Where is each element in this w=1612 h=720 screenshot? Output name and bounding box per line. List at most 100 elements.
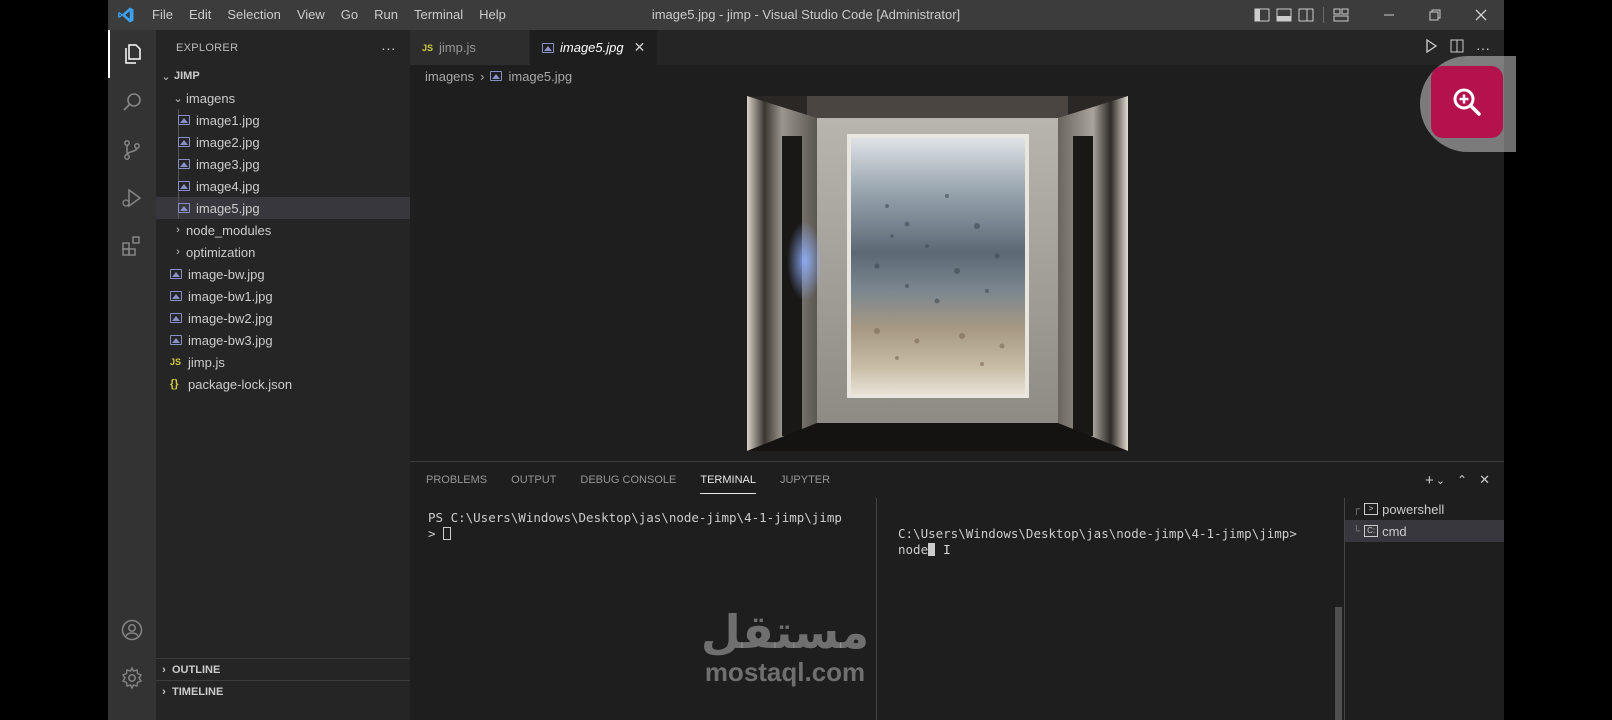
toggle-panel-icon[interactable] — [1273, 0, 1295, 30]
timeline-section[interactable]: › TIMELINE — [156, 680, 410, 702]
tab-jupyter[interactable]: JUPYTER — [780, 462, 830, 498]
file-label: image4.jpg — [196, 178, 260, 194]
extensions-icon[interactable] — [108, 222, 156, 270]
tab-label: jimp.js — [439, 40, 476, 55]
tab-output[interactable]: OUTPUT — [511, 462, 556, 498]
breadcrumb-folder[interactable]: imagens — [425, 69, 474, 84]
chevron-right-icon: › — [162, 663, 166, 676]
file-item-selected[interactable]: image5.jpg — [156, 197, 410, 219]
window-controls — [1251, 0, 1504, 30]
outline-section[interactable]: › OUTLINE — [156, 658, 410, 680]
tab-jimp-js[interactable]: JS jimp.js — [410, 30, 530, 65]
elevator-painting-image — [747, 96, 1128, 451]
file-item[interactable]: {} package-lock.json — [156, 373, 410, 395]
editor-area: JS jimp.js image5.jpg ✕ ··· imagens › im… — [410, 30, 1504, 461]
breadcrumb-file[interactable]: image5.jpg — [508, 69, 572, 84]
terminal-left-output[interactable]: PS C:\Users\Windows\Desktop\jas\node-jim… — [428, 510, 842, 542]
file-item[interactable]: image-bw3.jpg — [156, 329, 410, 351]
maximize-panel-icon[interactable]: ⌃ — [1457, 473, 1467, 487]
close-panel-icon[interactable]: ✕ — [1479, 472, 1490, 488]
menu-edit[interactable]: Edit — [181, 0, 219, 30]
search-icon[interactable] — [108, 78, 156, 126]
editor-tabs: JS jimp.js image5.jpg ✕ ··· — [410, 30, 1504, 65]
file-item[interactable]: JS jimp.js — [156, 351, 410, 373]
more-actions-icon[interactable]: ··· — [1476, 40, 1490, 56]
close-window-button[interactable] — [1458, 0, 1504, 30]
folder-imagens[interactable]: ⌄ imagens — [156, 87, 410, 109]
tab-problems[interactable]: PROBLEMS — [426, 462, 487, 498]
file-label: image-bw.jpg — [188, 266, 265, 282]
chevron-down-icon: ⌄ — [161, 70, 171, 83]
divider — [1323, 7, 1324, 23]
zoom-overlay — [1420, 56, 1516, 152]
terminal-item-label: cmd — [1382, 523, 1407, 539]
minimize-button[interactable] — [1366, 0, 1412, 30]
menu-terminal[interactable]: Terminal — [406, 0, 471, 30]
source-control-icon[interactable] — [108, 126, 156, 174]
terminal-left-prompt: > — [428, 526, 444, 541]
terminal-cursor — [928, 543, 936, 556]
menu-help[interactable]: Help — [471, 0, 514, 30]
image-icon — [178, 181, 190, 191]
breadcrumb: imagens › image5.jpg — [410, 65, 1504, 87]
menu-selection[interactable]: Selection — [219, 0, 288, 30]
chevron-down-icon[interactable]: ⌄ — [1436, 474, 1445, 487]
tab-terminal[interactable]: TERMINAL — [700, 462, 756, 498]
explorer-icon[interactable] — [108, 30, 156, 78]
folder-label: imagens — [186, 90, 236, 106]
more-actions-icon[interactable]: ··· — [381, 40, 396, 56]
file-label: image-bw1.jpg — [188, 288, 273, 304]
folder-node-modules[interactable]: › node_modules — [156, 219, 410, 241]
file-label: image1.jpg — [196, 112, 260, 128]
vscode-logo-icon[interactable] — [108, 0, 144, 30]
image-icon — [170, 269, 182, 279]
settings-gear-icon[interactable] — [108, 654, 156, 702]
terminal-item-powershell[interactable]: ┌ > powershell — [1345, 498, 1504, 520]
image-icon — [490, 71, 503, 81]
new-terminal-icon[interactable]: + — [1425, 472, 1434, 489]
customize-layout-icon[interactable] — [1330, 0, 1352, 30]
terminal-right-output[interactable]: C:\Users\Windows\Desktop\jas\node-jimp\4… — [898, 526, 1297, 558]
file-label: jimp.js — [188, 354, 225, 370]
root-folder[interactable]: ⌄ JIMP — [156, 65, 410, 87]
menu-file[interactable]: File — [144, 0, 181, 30]
toggle-secondary-sidebar-icon[interactable] — [1295, 0, 1317, 30]
run-debug-icon[interactable] — [108, 174, 156, 222]
toggle-sidebar-icon[interactable] — [1251, 0, 1273, 30]
file-item[interactable]: image-bw.jpg — [156, 263, 410, 285]
terminal-item-cmd[interactable]: └ C: cmd — [1345, 520, 1504, 542]
menu-go[interactable]: Go — [333, 0, 366, 30]
zoom-button[interactable] — [1431, 66, 1503, 138]
file-label: image-bw3.jpg — [188, 332, 273, 348]
text-cursor-icon: I — [943, 542, 951, 557]
cmd-icon: C: — [1364, 525, 1379, 537]
split-editor-icon[interactable] — [1450, 39, 1464, 56]
file-item[interactable]: image2.jpg — [156, 131, 410, 153]
tree-line-icon: ┌ — [1353, 503, 1361, 515]
terminal-left-line1: PS C:\Users\Windows\Desktop\jas\node-jim… — [428, 510, 842, 525]
chevron-right-icon: › — [162, 685, 166, 698]
explorer-sidebar: EXPLORER ··· ⌄ JIMP ⌄ imagens image1.jpg… — [156, 30, 410, 720]
tab-image5-jpg[interactable]: image5.jpg ✕ — [530, 30, 659, 65]
run-icon[interactable] — [1424, 38, 1438, 56]
file-item[interactable]: image4.jpg — [156, 175, 410, 197]
menu-view[interactable]: View — [289, 0, 333, 30]
image-icon — [170, 313, 182, 323]
file-item[interactable]: image-bw2.jpg — [156, 307, 410, 329]
file-item[interactable]: image-bw1.jpg — [156, 285, 410, 307]
file-label: image5.jpg — [196, 200, 260, 216]
folder-optimization[interactable]: › optimization — [156, 241, 410, 263]
file-item[interactable]: image3.jpg — [156, 153, 410, 175]
close-icon[interactable]: ✕ — [634, 39, 646, 56]
js-icon: JS — [170, 357, 182, 367]
terminal-scrollbar[interactable] — [1335, 607, 1342, 720]
tab-debug-console[interactable]: DEBUG CONSOLE — [580, 462, 676, 498]
file-item[interactable]: image1.jpg — [156, 109, 410, 131]
menu-run[interactable]: Run — [366, 0, 406, 30]
watermark-arabic: مستقل — [700, 605, 870, 659]
restore-button[interactable] — [1412, 0, 1458, 30]
account-icon[interactable] — [108, 606, 156, 654]
menu-bar: File Edit Selection View Go Run Terminal… — [144, 0, 514, 30]
folder-label: optimization — [186, 244, 256, 260]
panel-actions: + ⌄ ⌃ ✕ — [1425, 462, 1490, 498]
